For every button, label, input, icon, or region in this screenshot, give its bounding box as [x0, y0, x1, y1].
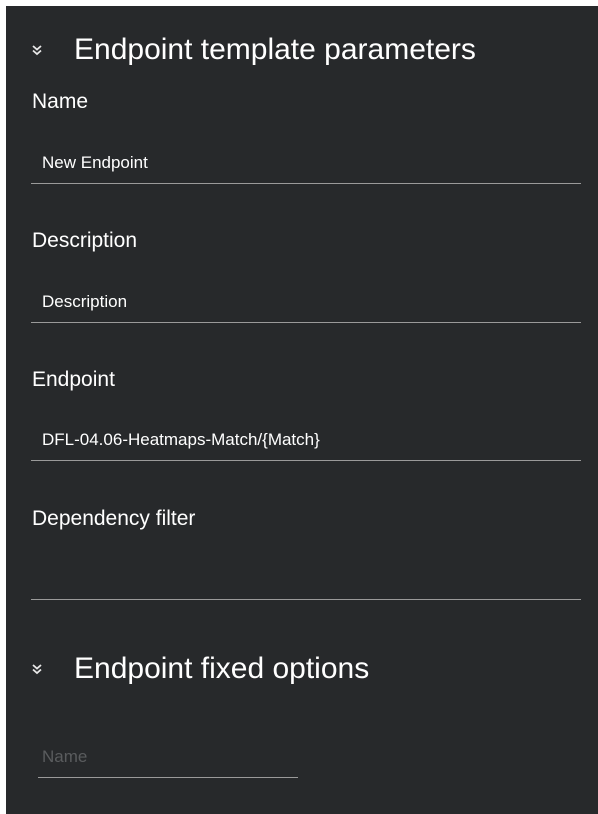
endpoint-editor-panel: Endpoint template parameters Name Descri… — [6, 6, 598, 814]
dependency-filter-field[interactable] — [31, 560, 581, 600]
dependency-filter-label: Dependency filter — [32, 507, 196, 530]
endpoint-input[interactable] — [31, 421, 581, 459]
fixed-options-header[interactable]: Endpoint fixed options — [6, 652, 369, 686]
name-label: Name — [32, 90, 89, 113]
endpoint-field[interactable] — [31, 421, 581, 461]
dependency-filter-input[interactable] — [31, 560, 581, 598]
description-label: Description — [32, 229, 138, 252]
name-input[interactable] — [31, 144, 581, 182]
description-field[interactable] — [31, 283, 581, 323]
chevron-double-down-icon[interactable] — [20, 663, 54, 675]
description-input[interactable] — [31, 283, 581, 321]
template-parameters-header[interactable]: Endpoint template parameters — [6, 33, 476, 67]
chevron-double-down-icon[interactable] — [20, 44, 54, 56]
fixed-options-title: Endpoint fixed options — [74, 652, 370, 685]
endpoint-label: Endpoint — [32, 368, 115, 391]
fixed-option-name-input[interactable] — [38, 738, 298, 776]
name-field[interactable] — [31, 144, 581, 184]
template-parameters-title: Endpoint template parameters — [74, 33, 476, 66]
fixed-option-name-field[interactable] — [38, 738, 298, 778]
